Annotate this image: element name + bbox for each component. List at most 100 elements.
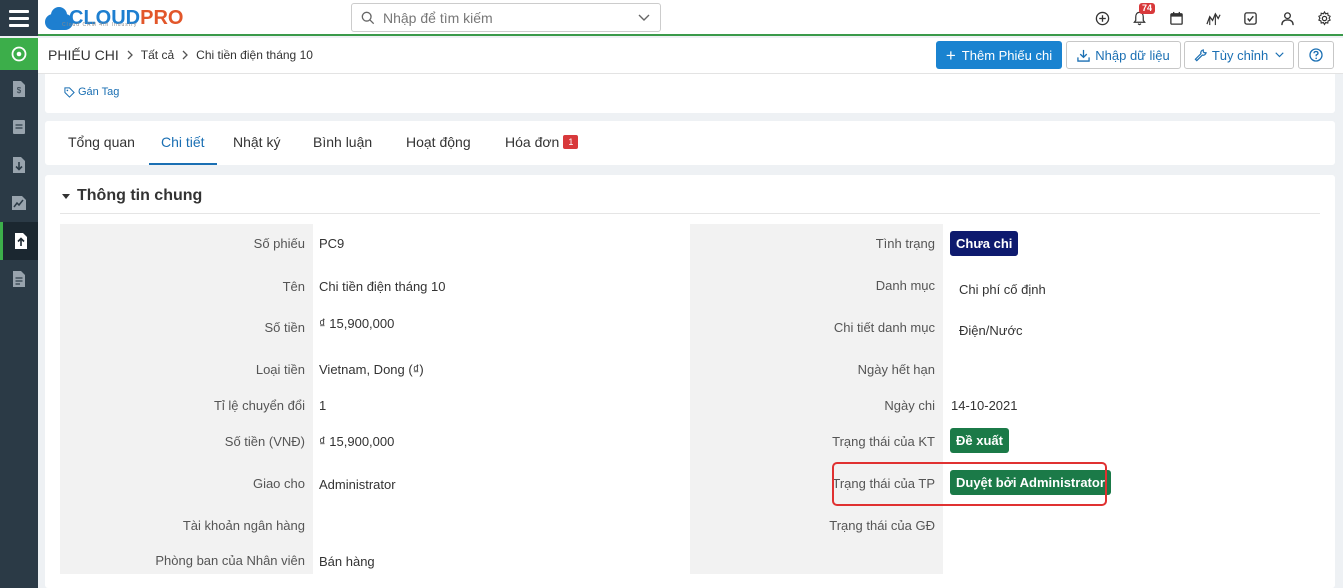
field-value: ₫ 15,900,000 (319, 316, 395, 331)
section-divider (60, 213, 1320, 214)
section-header[interactable]: Thông tin chung (62, 187, 202, 205)
customize-button[interactable]: Tùy chỉnh (1184, 41, 1294, 69)
status-badge: Chưa chi (950, 231, 1019, 256)
notification-badge: 74 (1139, 3, 1156, 14)
tab-detail-label: Chi tiết (161, 134, 205, 150)
field-label: Số tiền (VNĐ) (224, 434, 305, 449)
settings-button[interactable] (1306, 0, 1343, 36)
user-icon (1281, 11, 1294, 25)
breadcrumb-module[interactable]: PHIẾU CHI (48, 47, 119, 63)
field-label: Chi tiết danh mục (833, 320, 935, 335)
tab-activity[interactable]: Hoạt động (406, 134, 471, 165)
chevron-down-icon (1275, 52, 1284, 58)
svg-text:$: $ (17, 86, 22, 95)
add-payment-button[interactable]: + Thêm Phiếu chi (936, 41, 1062, 69)
tab-bar: Tổng quan Chi tiết Nhật ký Bình luận Hoạ… (45, 121, 1335, 165)
reports-button[interactable] (1195, 0, 1232, 36)
top-bar: CLOUDPRO Cloud CRM 4th Industry 74 (0, 0, 1343, 36)
tab-comments[interactable]: Bình luận (313, 134, 372, 165)
field-value: Chi phí cố định (959, 282, 1046, 297)
sidebar-item-documents[interactable] (0, 260, 38, 298)
tag-panel: Gán Tag (45, 74, 1335, 113)
logo-tagline: Cloud CRM 4th Industry (62, 22, 138, 28)
tab-log[interactable]: Nhật ký (233, 134, 280, 165)
profile-button[interactable] (1269, 0, 1306, 36)
field-label: Trạng thái của KT (832, 434, 935, 449)
add-payment-label: Thêm Phiếu chi (961, 47, 1053, 63)
download-icon (1077, 49, 1090, 62)
highlight-box (832, 462, 1107, 506)
field-label: Loại tiền (255, 362, 305, 377)
field-value: 1 (319, 398, 327, 413)
general-info-panel: Thông tin chung Số phiếu PC9 Tên Chi tiề… (45, 175, 1335, 588)
download-document-icon (13, 157, 25, 173)
tab-detail[interactable]: Chi tiết (149, 134, 217, 165)
tab-invoices[interactable]: Hóa đơn 1 (505, 134, 579, 165)
chart-icon (1206, 11, 1221, 25)
field-label: Danh mục (875, 278, 935, 293)
search-box[interactable] (351, 3, 661, 32)
field-value: Chi tiền điện tháng 10 (319, 279, 446, 294)
calendar-button[interactable] (1158, 0, 1195, 36)
field-value: Điện/Nước (959, 323, 1023, 338)
import-data-label: Nhập dữ liệu (1095, 47, 1170, 63)
plus-icon: + (945, 45, 956, 65)
menu-icon[interactable] (0, 0, 38, 36)
tab-invoices-badge: 1 (563, 135, 579, 149)
section-title: Thông tin chung (77, 187, 203, 204)
sidebar-item-notes[interactable] (0, 108, 38, 146)
status-badge: Đề xuất (950, 428, 1009, 453)
plus-circle-icon (1095, 11, 1110, 25)
caret-down-icon (62, 193, 70, 199)
chevron-right-icon (182, 50, 189, 60)
sidebar-item-home[interactable] (0, 38, 38, 70)
chevron-down-icon[interactable] (638, 14, 650, 22)
sidebar-item-payments[interactable] (0, 222, 38, 260)
tab-overview-label: Tổng quan (68, 134, 135, 150)
field-label: Tỉ lệ chuyển đổi (213, 398, 305, 413)
calendar-icon (1170, 11, 1183, 25)
tab-comments-label: Bình luận (313, 134, 373, 150)
help-button[interactable] (1298, 41, 1334, 69)
left-field-column: Số phiếu PC9 Tên Chi tiền điện tháng 10 … (60, 224, 690, 574)
field-value: ₫ 15,900,000 (319, 434, 395, 449)
wrench-icon (1194, 48, 1207, 61)
upload-document-icon (14, 233, 27, 249)
sidebar-item-receipts[interactable] (0, 146, 38, 184)
help-icon (1309, 48, 1323, 62)
chevron-right-icon (127, 50, 133, 60)
customize-label: Tùy chỉnh (1211, 47, 1269, 63)
sidebar-item-invoices[interactable]: $ (0, 70, 38, 108)
tab-invoices-label: Hóa đơn (505, 134, 560, 150)
right-field-column: Tình trạng Chưa chi Danh mục Chi phí cố … (690, 224, 1320, 574)
add-tag-label: Gán Tag (78, 86, 120, 98)
field-label: Số tiền (264, 320, 305, 335)
add-tag-link[interactable]: Gán Tag (64, 86, 119, 98)
tasks-button[interactable] (1232, 0, 1269, 36)
sidebar: $ (0, 38, 38, 588)
tab-log-label: Nhật ký (233, 134, 281, 150)
field-label: Ngày chi (884, 398, 935, 413)
field-value: Administrator (319, 477, 396, 492)
field-value: Bán hàng (319, 554, 375, 569)
search-icon (361, 11, 375, 24)
breadcrumb-all[interactable]: Tất cả (141, 48, 174, 62)
field-value: Vietnam, Dong (₫) (319, 362, 424, 377)
notifications-button[interactable]: 74 (1121, 0, 1158, 36)
field-label: Tài khoản ngân hàng (182, 518, 305, 533)
field-label: Ngày hết hạn (857, 362, 935, 377)
logo-pro-text: PRO (140, 6, 184, 29)
breadcrumb: PHIẾU CHI Tất cả Chi tiền điện tháng 10 (48, 47, 313, 63)
sidebar-item-reports[interactable] (0, 184, 38, 222)
field-label: Trạng thái của GĐ (829, 518, 935, 533)
search-input[interactable] (383, 9, 638, 26)
field-value: PC9 (319, 236, 345, 251)
field-label: Giao cho (252, 476, 305, 491)
tag-icon (64, 86, 75, 98)
breadcrumb-bar: PHIẾU CHI Tất cả Chi tiền điện tháng 10 … (38, 38, 1343, 74)
dollar-document-icon: $ (13, 81, 25, 97)
checkbox-icon (1244, 11, 1257, 25)
tab-overview[interactable]: Tổng quan (68, 134, 135, 165)
import-data-button[interactable]: Nhập dữ liệu (1066, 41, 1181, 69)
quick-create-button[interactable] (1084, 0, 1121, 36)
